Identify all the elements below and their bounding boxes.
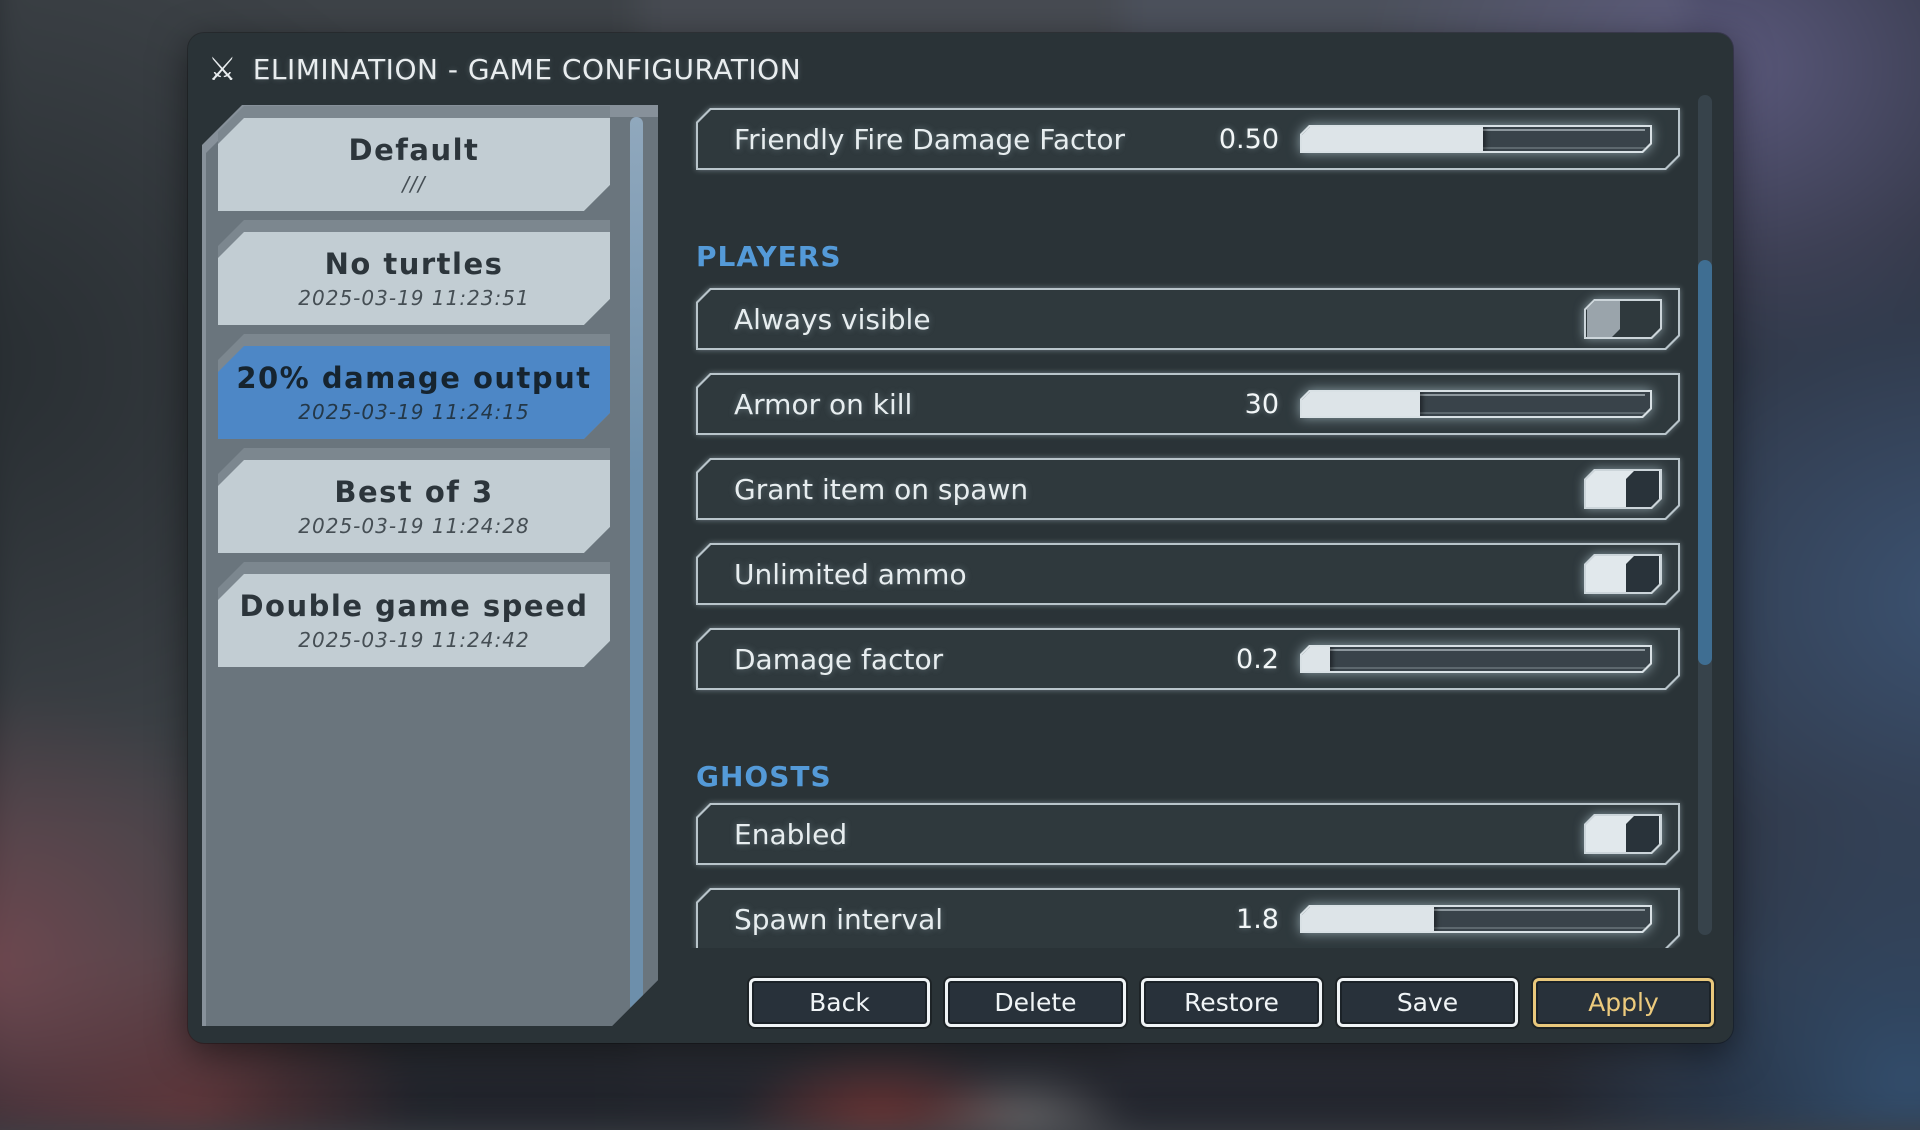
- preset-face: Double game speed 2025-03-19 11:24:42: [218, 574, 610, 667]
- preset-timestamp: ///: [402, 172, 425, 196]
- ghosts-enabled-toggle[interactable]: [1584, 814, 1662, 854]
- setting-row-enabled: Enabled: [696, 803, 1680, 865]
- settings-scrollbar-thumb[interactable]: [1698, 260, 1712, 665]
- save-button[interactable]: Save: [1337, 978, 1518, 1027]
- setting-label: Friendly Fire Damage Factor: [734, 123, 1125, 156]
- setting-label: Spawn interval: [734, 903, 943, 936]
- setting-row-armor-on-kill: Armor on kill 30: [696, 373, 1680, 435]
- setting-row-damage-factor: Damage factor 0.2: [696, 628, 1680, 690]
- preset-item-no-turtles[interactable]: No turtles 2025-03-19 11:23:51: [218, 220, 610, 325]
- preset-timestamp: 2025-03-19 11:24:15: [298, 400, 529, 424]
- setting-value: 30: [1245, 389, 1279, 420]
- setting-value: 0.50: [1219, 124, 1279, 155]
- setting-row-always-visible: Always visible: [696, 288, 1680, 350]
- delete-button[interactable]: Delete: [945, 978, 1126, 1027]
- preset-name: No turtles: [325, 247, 504, 281]
- spawn-interval-slider[interactable]: [1300, 905, 1652, 933]
- game-configuration-dialog: ⚔ ELIMINATION - GAME CONFIGURATION Defau…: [188, 33, 1733, 1043]
- preset-name: 20% damage output: [236, 361, 591, 395]
- setting-label: Always visible: [734, 303, 931, 336]
- toggle-knob: [1626, 556, 1659, 592]
- setting-row-spawn-interval: Spawn interval 1.8: [696, 888, 1680, 948]
- section-header-ghosts: GHOSTS: [696, 760, 1692, 794]
- preset-face: No turtles 2025-03-19 11:23:51: [218, 232, 610, 325]
- unlimited-ammo-toggle[interactable]: [1584, 554, 1662, 594]
- slider-fill: [1302, 127, 1483, 151]
- setting-row-grant-item-on-spawn: Grant item on spawn: [696, 458, 1680, 520]
- setting-row-friendly-fire-damage-factor: Friendly Fire Damage Factor 0.50: [696, 108, 1680, 170]
- preset-scrollbar-thumb[interactable]: [630, 117, 643, 1012]
- preset-face: Best of 3 2025-03-19 11:24:28: [218, 460, 610, 553]
- preset-name: Double game speed: [239, 589, 588, 623]
- toggle-knob: [1626, 471, 1659, 507]
- armor-on-kill-slider[interactable]: [1300, 390, 1652, 418]
- preset-timestamp: 2025-03-19 11:24:42: [298, 628, 529, 652]
- back-button[interactable]: Back: [749, 978, 930, 1027]
- toggle-knob: [1587, 301, 1620, 337]
- always-visible-toggle[interactable]: [1584, 299, 1662, 339]
- setting-label: Grant item on spawn: [734, 473, 1028, 506]
- setting-row-unlimited-ammo: Unlimited ammo: [696, 543, 1680, 605]
- setting-value: 0.2: [1236, 644, 1279, 675]
- crossed-swords-icon: ⚔: [208, 53, 237, 85]
- setting-label: Enabled: [734, 818, 847, 851]
- setting-value: 1.8: [1236, 904, 1279, 935]
- preset-item-double-game-speed[interactable]: Double game speed 2025-03-19 11:24:42: [218, 562, 610, 667]
- damage-factor-slider[interactable]: [1300, 645, 1652, 673]
- preset-face: 20% damage output 2025-03-19 11:24:15: [218, 346, 610, 439]
- preset-name: Best of 3: [334, 475, 493, 509]
- preset-list-panel: Default /// No turtles 2025-03-19 11:23:…: [202, 105, 658, 1026]
- footer-button-bar: Back Delete Restore Save Apply: [749, 978, 1714, 1027]
- restore-button[interactable]: Restore: [1141, 978, 1322, 1027]
- slider-fill: [1302, 907, 1434, 931]
- preset-item-best-of-3[interactable]: Best of 3 2025-03-19 11:24:28: [218, 448, 610, 553]
- preset-item-20-damage-output[interactable]: 20% damage output 2025-03-19 11:24:15: [218, 334, 610, 439]
- preset-face: Default ///: [218, 118, 610, 211]
- preset-timestamp: 2025-03-19 11:23:51: [298, 286, 529, 310]
- settings-scroll-area: Friendly Fire Damage Factor 0.50 PLAYERS: [690, 90, 1692, 948]
- apply-button[interactable]: Apply: [1533, 978, 1714, 1027]
- preset-timestamp: 2025-03-19 11:24:28: [298, 514, 529, 538]
- toggle-knob: [1626, 816, 1659, 852]
- section-header-players: PLAYERS: [696, 240, 1692, 274]
- preset-name: Default: [349, 133, 480, 167]
- slider-fill: [1302, 392, 1420, 416]
- grant-item-on-spawn-toggle[interactable]: [1584, 469, 1662, 509]
- settings-scrollbar-track[interactable]: [1698, 95, 1712, 935]
- friendly-fire-damage-slider[interactable]: [1300, 125, 1652, 153]
- setting-label: Damage factor: [734, 643, 943, 676]
- setting-label: Unlimited ammo: [734, 558, 967, 591]
- preset-item-default[interactable]: Default ///: [218, 106, 610, 211]
- dialog-title: ELIMINATION - GAME CONFIGURATION: [253, 53, 801, 86]
- setting-label: Armor on kill: [734, 388, 912, 421]
- dialog-titlebar: ⚔ ELIMINATION - GAME CONFIGURATION: [208, 49, 801, 89]
